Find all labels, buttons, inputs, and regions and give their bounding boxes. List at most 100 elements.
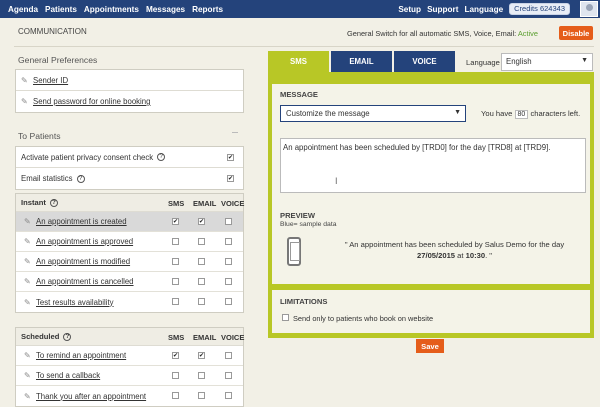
table-row[interactable]: ✎ Thank you after an appointment xyxy=(16,386,243,406)
instant-title: Instant xyxy=(21,198,46,207)
email-checkbox[interactable] xyxy=(198,372,205,379)
email-statistics-checkbox[interactable] xyxy=(227,175,234,182)
table-row[interactable]: ✎ An appointment is modified xyxy=(16,252,243,272)
save-button[interactable]: Save xyxy=(416,339,444,353)
row-label[interactable]: An appointment is created xyxy=(36,217,127,226)
voice-checkbox[interactable] xyxy=(225,238,232,245)
table-row[interactable]: ✎ To send a callback xyxy=(16,366,243,386)
privacy-consent-label: Activate patient privacy consent check xyxy=(21,152,154,162)
pencil-icon: ✎ xyxy=(21,75,28,85)
preview-heading: PREVIEW xyxy=(280,211,316,220)
chars-count: 80 xyxy=(514,110,529,119)
sms-checkbox[interactable] xyxy=(172,392,179,399)
email-checkbox[interactable] xyxy=(198,298,205,305)
email-statistics-label: Email statistics xyxy=(21,174,73,183)
info-icon[interactable]: ? xyxy=(49,198,58,207)
text-cursor-icon: I xyxy=(335,176,338,186)
voice-checkbox[interactable] xyxy=(225,258,232,265)
nav-setup[interactable]: Setup xyxy=(398,5,421,14)
collapse-icon[interactable] xyxy=(232,132,238,133)
table-row[interactable]: ✎ To remind an appointment xyxy=(16,346,243,366)
switch-label: General Switch for all automatic SMS, Vo… xyxy=(346,29,517,38)
pencil-icon: ✎ xyxy=(24,351,31,360)
divider xyxy=(14,46,594,47)
nav-reports[interactable]: Reports xyxy=(192,5,223,14)
email-statistics-row: Email statistics ? xyxy=(16,168,243,189)
info-icon[interactable]: ? xyxy=(157,153,166,161)
table-row[interactable]: ✎ An appointment is cancelled xyxy=(16,272,243,292)
sms-checkbox[interactable] xyxy=(172,258,179,265)
row-label[interactable]: To send a callback xyxy=(36,371,100,380)
voice-checkbox[interactable] xyxy=(225,298,232,305)
privacy-consent-checkbox[interactable] xyxy=(227,154,234,161)
sender-id-row[interactable]: ✎ Sender ID xyxy=(16,70,243,91)
language-value: English xyxy=(506,57,532,66)
sender-id-link[interactable]: Sender ID xyxy=(33,76,68,85)
table-row[interactable]: ✎ Test results availability xyxy=(16,292,243,312)
limitations-heading: LIMITATIONS xyxy=(280,297,328,306)
nav-appointments[interactable]: Appointments xyxy=(84,5,139,14)
avatar[interactable] xyxy=(580,1,598,17)
website-only-checkbox[interactable] xyxy=(282,314,289,321)
preview-line: " An appointment has been scheduled by S… xyxy=(344,240,565,249)
top-nav-bar: Agenda Patients Appointments Messages Re… xyxy=(0,0,600,18)
language-select[interactable]: English ▼ xyxy=(501,53,593,71)
chevron-down-icon: ▼ xyxy=(454,109,461,116)
tab-sms[interactable]: SMS xyxy=(268,51,329,72)
email-checkbox[interactable] xyxy=(198,238,205,245)
sms-checkbox[interactable] xyxy=(172,298,179,305)
email-checkbox[interactable] xyxy=(198,218,205,225)
language-label: Language xyxy=(466,58,500,67)
sms-checkbox[interactable] xyxy=(172,372,179,379)
patient-options-panel: Activate patient privacy consent check ?… xyxy=(15,146,244,190)
message-select[interactable]: Customize the message ▼ xyxy=(280,105,466,122)
info-icon[interactable]: ? xyxy=(76,174,85,183)
credits-badge[interactable]: Credits 624343 xyxy=(509,3,570,15)
send-password-link[interactable]: Send password for online booking xyxy=(33,97,150,106)
voice-checkbox[interactable] xyxy=(225,352,232,359)
instant-table: Instant ? SMS EMAIL VOICE ✎ An appointme… xyxy=(15,193,244,313)
chars-prefix: You have xyxy=(481,109,513,118)
message-textarea[interactable]: An appointment has been scheduled by [TR… xyxy=(280,138,586,193)
nav-messages[interactable]: Messages xyxy=(146,5,185,14)
general-preferences-heading: General Preferences xyxy=(18,55,98,65)
table-row[interactable]: ✎ An appointment is created xyxy=(16,212,243,232)
email-checkbox[interactable] xyxy=(198,258,205,265)
voice-checkbox[interactable] xyxy=(225,278,232,285)
sms-checkbox[interactable] xyxy=(172,352,179,359)
row-label[interactable]: Thank you after an appointment xyxy=(36,392,146,401)
chevron-down-icon: ▼ xyxy=(581,57,588,64)
row-label[interactable]: To remind an appointment xyxy=(36,351,126,360)
tab-voice[interactable]: VOICE xyxy=(394,51,455,72)
voice-checkbox[interactable] xyxy=(225,372,232,379)
scheduled-title: Scheduled xyxy=(21,332,60,341)
voice-checkbox[interactable] xyxy=(225,392,232,399)
voice-checkbox[interactable] xyxy=(225,218,232,225)
sms-checkbox[interactable] xyxy=(172,218,179,225)
email-checkbox[interactable] xyxy=(198,352,205,359)
nav-support[interactable]: Support xyxy=(427,5,458,14)
col-voice: VOICE xyxy=(221,332,245,342)
nav-agenda[interactable]: Agenda xyxy=(8,5,38,14)
sms-checkbox[interactable] xyxy=(172,278,179,285)
characters-left: You have 80 characters left. xyxy=(481,109,580,119)
pencil-icon: ✎ xyxy=(24,371,31,380)
row-label[interactable]: An appointment is approved xyxy=(36,237,133,246)
nav-language[interactable]: Language xyxy=(464,5,503,14)
general-preferences-panel: ✎ Sender ID ✎ Send password for online b… xyxy=(15,69,244,113)
row-label[interactable]: An appointment is modified xyxy=(36,257,130,266)
sms-checkbox[interactable] xyxy=(172,238,179,245)
preview-time: 10:30 xyxy=(465,251,486,260)
nav-patients[interactable]: Patients xyxy=(45,5,77,14)
tab-email[interactable]: EMAIL xyxy=(331,51,392,72)
disable-button[interactable]: Disable xyxy=(559,26,593,40)
send-password-row[interactable]: ✎ Send password for online booking xyxy=(16,91,243,112)
pencil-icon: ✎ xyxy=(24,277,31,286)
row-label[interactable]: Test results availability xyxy=(36,298,114,307)
email-checkbox[interactable] xyxy=(198,278,205,285)
row-label[interactable]: An appointment is cancelled xyxy=(36,277,134,286)
table-row[interactable]: ✎ An appointment is approved xyxy=(16,232,243,252)
info-icon[interactable]: ? xyxy=(63,332,72,341)
email-checkbox[interactable] xyxy=(198,392,205,399)
page-title: COMMUNICATION xyxy=(18,27,87,36)
